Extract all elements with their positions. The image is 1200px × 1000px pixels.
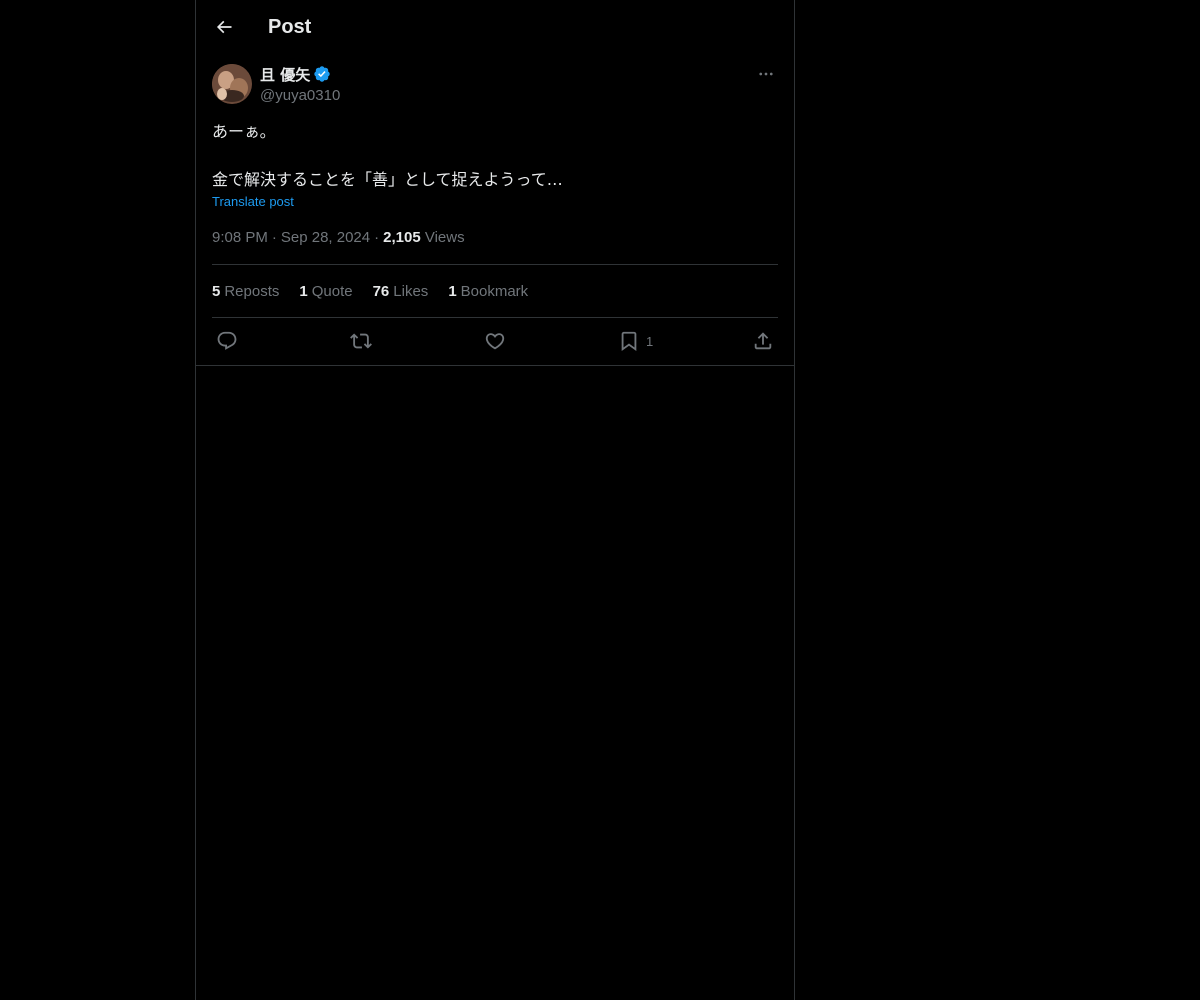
post: 且 優矢 @yuya0310 あーぁ。 金で解決することを「善」として捉えようっ…	[196, 64, 794, 366]
translate-post-link[interactable]: Translate post	[212, 194, 294, 210]
heart-icon	[485, 333, 505, 350]
share-icon	[754, 332, 772, 350]
author-handle[interactable]: @yuya0310	[260, 86, 340, 106]
bookmark-icon	[621, 331, 637, 352]
more-button[interactable]	[754, 64, 778, 84]
avatar-image	[212, 64, 252, 104]
more-horizontal-icon	[759, 72, 773, 76]
back-button[interactable]	[212, 15, 236, 39]
verified-badge-icon	[313, 65, 331, 83]
engagement-stats: 5 Reposts 1 Quote 76 Likes 1 Bookmark	[212, 265, 778, 317]
quote-stat[interactable]: 1 Quote	[299, 283, 352, 300]
avatar[interactable]	[212, 64, 252, 104]
reposts-label: Reposts	[224, 282, 280, 300]
post-date[interactable]: Sep 28, 2024	[281, 229, 370, 246]
reposts-count: 5	[212, 282, 221, 300]
bookmark-stat[interactable]: 1 Bookmark	[448, 283, 528, 300]
quote-count: 1	[299, 282, 308, 300]
author-name-wrap: 且 優矢	[260, 64, 331, 84]
reply-icon	[217, 331, 237, 350]
reply-button[interactable]	[216, 330, 238, 352]
likes-label: Likes	[393, 282, 429, 300]
author-name[interactable]: 且 優矢	[260, 64, 310, 85]
bookmark-button[interactable]: 1	[618, 330, 653, 352]
reposts-stat[interactable]: 5 Reposts	[212, 283, 279, 300]
page-title: Post	[268, 16, 312, 38]
author-row: 且 優矢 @yuya0310	[212, 64, 778, 116]
post-meta: 9:08 PM · Sep 28, 2024 · 2,105 Views	[212, 228, 778, 248]
meta-separator: ·	[374, 229, 380, 246]
share-button[interactable]	[752, 330, 774, 352]
post-text: あーぁ。 金で解決することを「善」として捉えようって…	[212, 122, 563, 189]
repost-icon	[350, 333, 372, 349]
repost-button[interactable]	[350, 330, 372, 352]
bookmark-count: 1	[448, 282, 457, 300]
bookmark-action-count: 1	[646, 333, 654, 349]
post-time[interactable]: 9:08 PM	[212, 229, 268, 246]
likes-count: 76	[372, 282, 390, 300]
likes-stat[interactable]: 76 Likes	[373, 283, 429, 300]
post-column: Post 且 優矢 @yuya0310 あーぁ。 金で解決することを「善」として…	[195, 0, 795, 1000]
meta-separator: ·	[271, 229, 277, 246]
views-count: 2,105	[383, 229, 421, 246]
page-header: Post	[196, 0, 794, 54]
arrow-left-icon	[216, 20, 232, 34]
like-button[interactable]	[484, 330, 506, 352]
bookmark-label: Bookmark	[460, 282, 529, 300]
post-bottom-border	[196, 365, 794, 366]
action-bar: 1	[212, 318, 778, 366]
quote-label: Quote	[311, 282, 353, 300]
views-label: Views	[424, 229, 465, 246]
